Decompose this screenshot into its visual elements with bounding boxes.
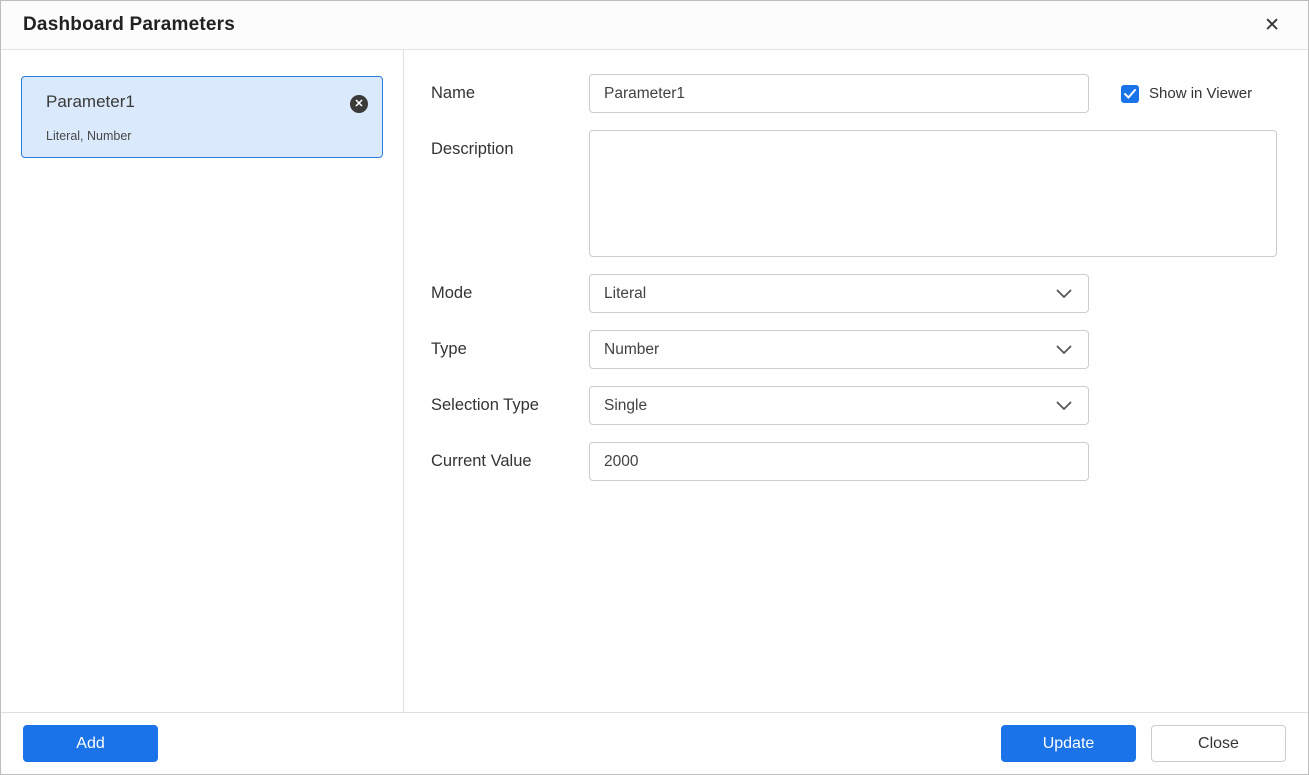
show-in-viewer-checkbox[interactable] (1121, 85, 1139, 103)
remove-parameter-icon[interactable]: ✕ (350, 95, 368, 113)
current-value-label: Current Value (431, 452, 589, 471)
selection-type-dropdown[interactable]: Single (589, 386, 1089, 425)
dialog-header: Dashboard Parameters ✕ (1, 1, 1308, 50)
mode-label: Mode (431, 284, 589, 303)
dialog-footer: Add Update Close (1, 712, 1308, 774)
dialog-title: Dashboard Parameters (23, 14, 235, 36)
parameter-form: Name Show in Viewer Description Mode (404, 50, 1309, 712)
add-button[interactable]: Add (23, 725, 158, 762)
description-label: Description (431, 130, 589, 159)
parameter-item-summary: Literal, Number (46, 129, 364, 143)
current-value-input[interactable] (589, 442, 1089, 481)
parameter-list-item[interactable]: Parameter1 ✕ Literal, Number (21, 76, 383, 158)
type-value: Number (604, 341, 659, 359)
mode-dropdown[interactable]: Literal (589, 274, 1089, 313)
name-row: Name Show in Viewer (431, 74, 1277, 113)
selection-type-row: Selection Type Single (431, 386, 1277, 425)
name-label: Name (431, 84, 589, 103)
name-input[interactable] (589, 74, 1089, 113)
selection-type-label: Selection Type (431, 396, 589, 415)
type-label: Type (431, 340, 589, 359)
dashboard-parameters-dialog: Dashboard Parameters ✕ Parameter1 ✕ Lite… (0, 0, 1309, 775)
description-input[interactable] (589, 130, 1277, 257)
check-icon (1124, 89, 1136, 99)
close-icon[interactable]: ✕ (1260, 12, 1284, 39)
type-row: Type Number (431, 330, 1277, 369)
chevron-down-icon (1056, 289, 1072, 299)
mode-value: Literal (604, 285, 646, 303)
selection-type-value: Single (604, 397, 647, 415)
x-glyph: ✕ (354, 99, 363, 110)
update-button[interactable]: Update (1001, 725, 1136, 762)
parameter-item-name: Parameter1 (46, 92, 364, 112)
close-button[interactable]: Close (1151, 725, 1286, 762)
show-in-viewer-group: Show in Viewer (1121, 85, 1252, 103)
chevron-down-icon (1056, 345, 1072, 355)
footer-actions: Update Close (1001, 725, 1286, 762)
chevron-down-icon (1056, 401, 1072, 411)
description-row: Description (431, 130, 1277, 257)
mode-row: Mode Literal (431, 274, 1277, 313)
current-value-row: Current Value (431, 442, 1277, 481)
type-dropdown[interactable]: Number (589, 330, 1089, 369)
show-in-viewer-label[interactable]: Show in Viewer (1149, 85, 1252, 102)
parameter-list-panel: Parameter1 ✕ Literal, Number (1, 50, 404, 712)
dialog-body: Parameter1 ✕ Literal, Number Name (1, 50, 1308, 712)
